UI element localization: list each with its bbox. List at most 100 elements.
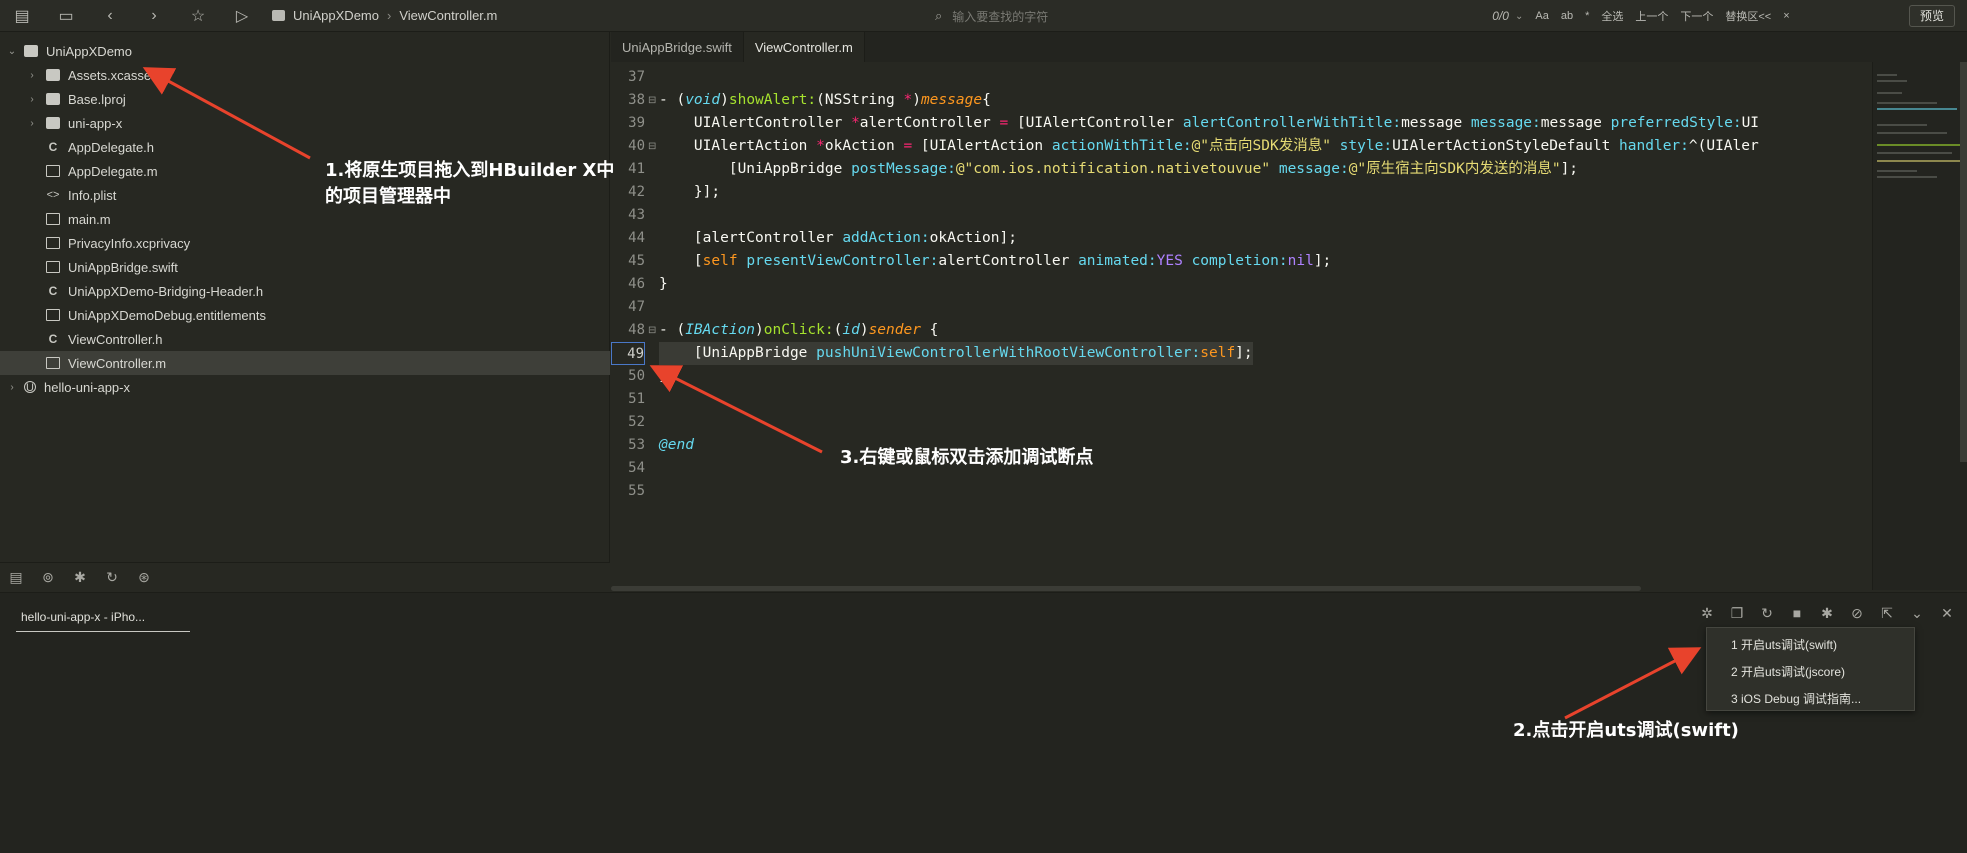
file-icon [46, 357, 60, 369]
tree-item-assets[interactable]: › Assets.xcassets [0, 63, 610, 87]
binoculars-icon[interactable]: ⊚ [32, 569, 64, 586]
find-bar: ⌕ 输入要查找的字符 0/0 ⌄ Aa ab * 全选 上一个 下一个 替换区<… [935, 0, 1885, 32]
menu-item-ios-debug-guide[interactable]: 3 iOS Debug 调试指南... [1707, 686, 1914, 713]
breadcrumb-file[interactable]: ViewController.m [399, 8, 497, 23]
line-number: 52 [628, 414, 645, 430]
chevron-down-icon[interactable]: ⌄ [1905, 605, 1929, 622]
find-history-chevron-icon[interactable]: ⌄ [1515, 11, 1523, 22]
code-line-45: [self presentViewController:alertControl… [659, 253, 1332, 269]
editor-tabs: UniAppBridge.swift ViewController.m [611, 32, 1967, 62]
line-number: 38 [628, 92, 645, 108]
top-toolbar: ▤ ▭ ‹ › ☆ ▷ UniAppXDemo › ViewController… [0, 0, 1967, 32]
fold-icon[interactable]: ⊟ [648, 135, 658, 158]
regex-toggle[interactable]: * [1585, 10, 1589, 22]
menu-item-uts-swift[interactable]: 1 开启uts调试(swift) [1707, 632, 1914, 659]
folder-icon [46, 69, 60, 81]
fold-icon[interactable]: ⊟ [648, 319, 658, 342]
minimap[interactable] [1872, 62, 1967, 590]
chevron-down-icon[interactable]: ⌄ [6, 46, 18, 57]
console-tab[interactable]: hello-uni-app-x - iPho... [16, 608, 190, 632]
explorer-toggle-icon[interactable]: ▤ [0, 0, 44, 32]
tree-item-uniappxdemo[interactable]: ⌄ UniAppXDemo [0, 39, 610, 63]
tree-item-label: main.m [68, 211, 111, 227]
vertical-scrollbar[interactable] [1960, 62, 1967, 462]
tree-item-label: hello-uni-app-x [44, 379, 130, 395]
tree-item-viewcontroller-m[interactable]: ViewController.m [0, 351, 610, 375]
close-find-icon[interactable]: × [1783, 10, 1789, 22]
tab-viewcontroller-m[interactable]: ViewController.m [743, 32, 865, 62]
debug-menu: 1 开启uts调试(swift) 2 开启uts调试(jscore) 3 iOS… [1706, 627, 1915, 711]
tree-item-label: uni-app-x [68, 115, 123, 131]
console-toolbar: ✲ ❐ ↻ ■ ✱ ⊘ ⇱ ⌄ ✕ [1695, 605, 1959, 622]
plugin-icon[interactable]: ⊛ [128, 569, 160, 586]
match-case-toggle[interactable]: Aa [1535, 10, 1548, 22]
find-input[interactable]: 输入要查找的字符 [952, 8, 1492, 25]
tree-item-main-m[interactable]: main.m [0, 207, 610, 231]
chevron-right-icon[interactable]: › [26, 94, 38, 105]
code-line-39: UIAlertController *alertController = [UI… [659, 115, 1760, 131]
line-number: 43 [628, 207, 645, 223]
source-control-icon[interactable]: ↻ [96, 569, 128, 586]
run-icon[interactable]: ▷ [220, 0, 264, 32]
tree-item-label: UniAppXDemoDebug.entitlements [68, 307, 266, 323]
fold-icon[interactable]: ⊟ [648, 89, 658, 112]
file-icon [46, 309, 60, 321]
clear-icon[interactable]: ⊘ [1845, 605, 1869, 622]
tree-item-privacyinfo[interactable]: PrivacyInfo.xcprivacy [0, 231, 610, 255]
project-explorer: ⌄ UniAppXDemo › Assets.xcassets › Base.l… [0, 32, 610, 562]
restart-icon[interactable]: ↻ [1755, 605, 1779, 622]
tree-item-viewcontroller-h[interactable]: C ViewController.h [0, 327, 610, 351]
tree-item-appdelegate-h[interactable]: C AppDelegate.h [0, 135, 610, 159]
line-number: 41 [628, 161, 645, 177]
line-number: 48 [628, 322, 645, 338]
back-icon[interactable]: ‹ [88, 0, 132, 32]
chevron-right-icon[interactable]: › [26, 70, 38, 81]
tree-item-base-lproj[interactable]: › Base.lproj [0, 87, 610, 111]
code-file-icon: <> [46, 189, 60, 201]
breadcrumb-project[interactable]: UniAppXDemo [293, 8, 379, 23]
external-icon[interactable]: ⇱ [1875, 605, 1899, 622]
file-icon [46, 213, 60, 225]
project-manager-icon[interactable]: ▤ [0, 569, 32, 586]
select-all-button[interactable]: 全选 [1601, 8, 1623, 24]
file-icon [46, 237, 60, 249]
preview-button[interactable]: 预览 [1908, 5, 1955, 27]
replace-toggle-button[interactable]: 替换区<< [1725, 8, 1771, 24]
horizontal-scrollbar[interactable] [611, 586, 1641, 591]
code-line-44: [alertController addAction:okAction]; [659, 230, 1017, 246]
breakpoint-line-number[interactable]: 49 [611, 342, 645, 365]
find-previous-button[interactable]: 上一个 [1635, 8, 1668, 24]
tree-item-bridging-header[interactable]: C UniAppXDemo-Bridging-Header.h [0, 279, 610, 303]
chevron-right-icon[interactable]: › [26, 118, 38, 129]
chevron-right-icon[interactable]: › [6, 382, 18, 393]
whole-word-toggle[interactable]: ab [1561, 10, 1573, 22]
star-icon[interactable]: ☆ [176, 0, 220, 32]
save-icon[interactable]: ▭ [44, 0, 88, 32]
code-line-49: [UniAppBridge pushUniViewControllerWithR… [659, 342, 1253, 365]
copy-icon[interactable]: ❐ [1725, 605, 1749, 622]
tab-uniappbridge-swift[interactable]: UniAppBridge.swift [611, 32, 744, 62]
code-line-48: - (IBAction)onClick:(id)sender { [659, 322, 939, 338]
close-icon[interactable]: ✕ [1935, 605, 1959, 622]
menu-item-uts-jscore[interactable]: 2 开启uts调试(jscore) [1707, 659, 1914, 686]
code-editor[interactable]: 37 38 39 40 41 42 43 44 45 46 47 48 49 5… [611, 62, 1871, 590]
bug-settings-icon[interactable]: ✱ [1815, 605, 1839, 622]
tree-item-hello-uni-app-x[interactable]: › U hello-uni-app-x [0, 375, 610, 399]
project-icon: U [24, 381, 36, 394]
tree-item-entitlements[interactable]: UniAppXDemoDebug.entitlements [0, 303, 610, 327]
file-icon [46, 165, 60, 177]
folder-icon [46, 93, 60, 105]
find-next-button[interactable]: 下一个 [1680, 8, 1713, 24]
tree-item-label: ViewController.m [68, 355, 167, 371]
tree-item-uniappbridge-swift[interactable]: UniAppBridge.swift [0, 255, 610, 279]
line-number: 51 [628, 391, 645, 407]
line-number: 47 [628, 299, 645, 315]
tree-item-label: Assets.xcassets [68, 67, 162, 83]
stop-icon[interactable]: ■ [1785, 605, 1809, 622]
tree-item-uni-app-x[interactable]: › uni-app-x [0, 111, 610, 135]
bug-icon[interactable]: ✱ [64, 569, 96, 586]
forward-icon[interactable]: › [132, 0, 176, 32]
debug-icon[interactable]: ✲ [1695, 605, 1719, 622]
code-line-54: @end [659, 437, 694, 453]
breadcrumb: UniAppXDemo › ViewController.m [272, 8, 497, 23]
